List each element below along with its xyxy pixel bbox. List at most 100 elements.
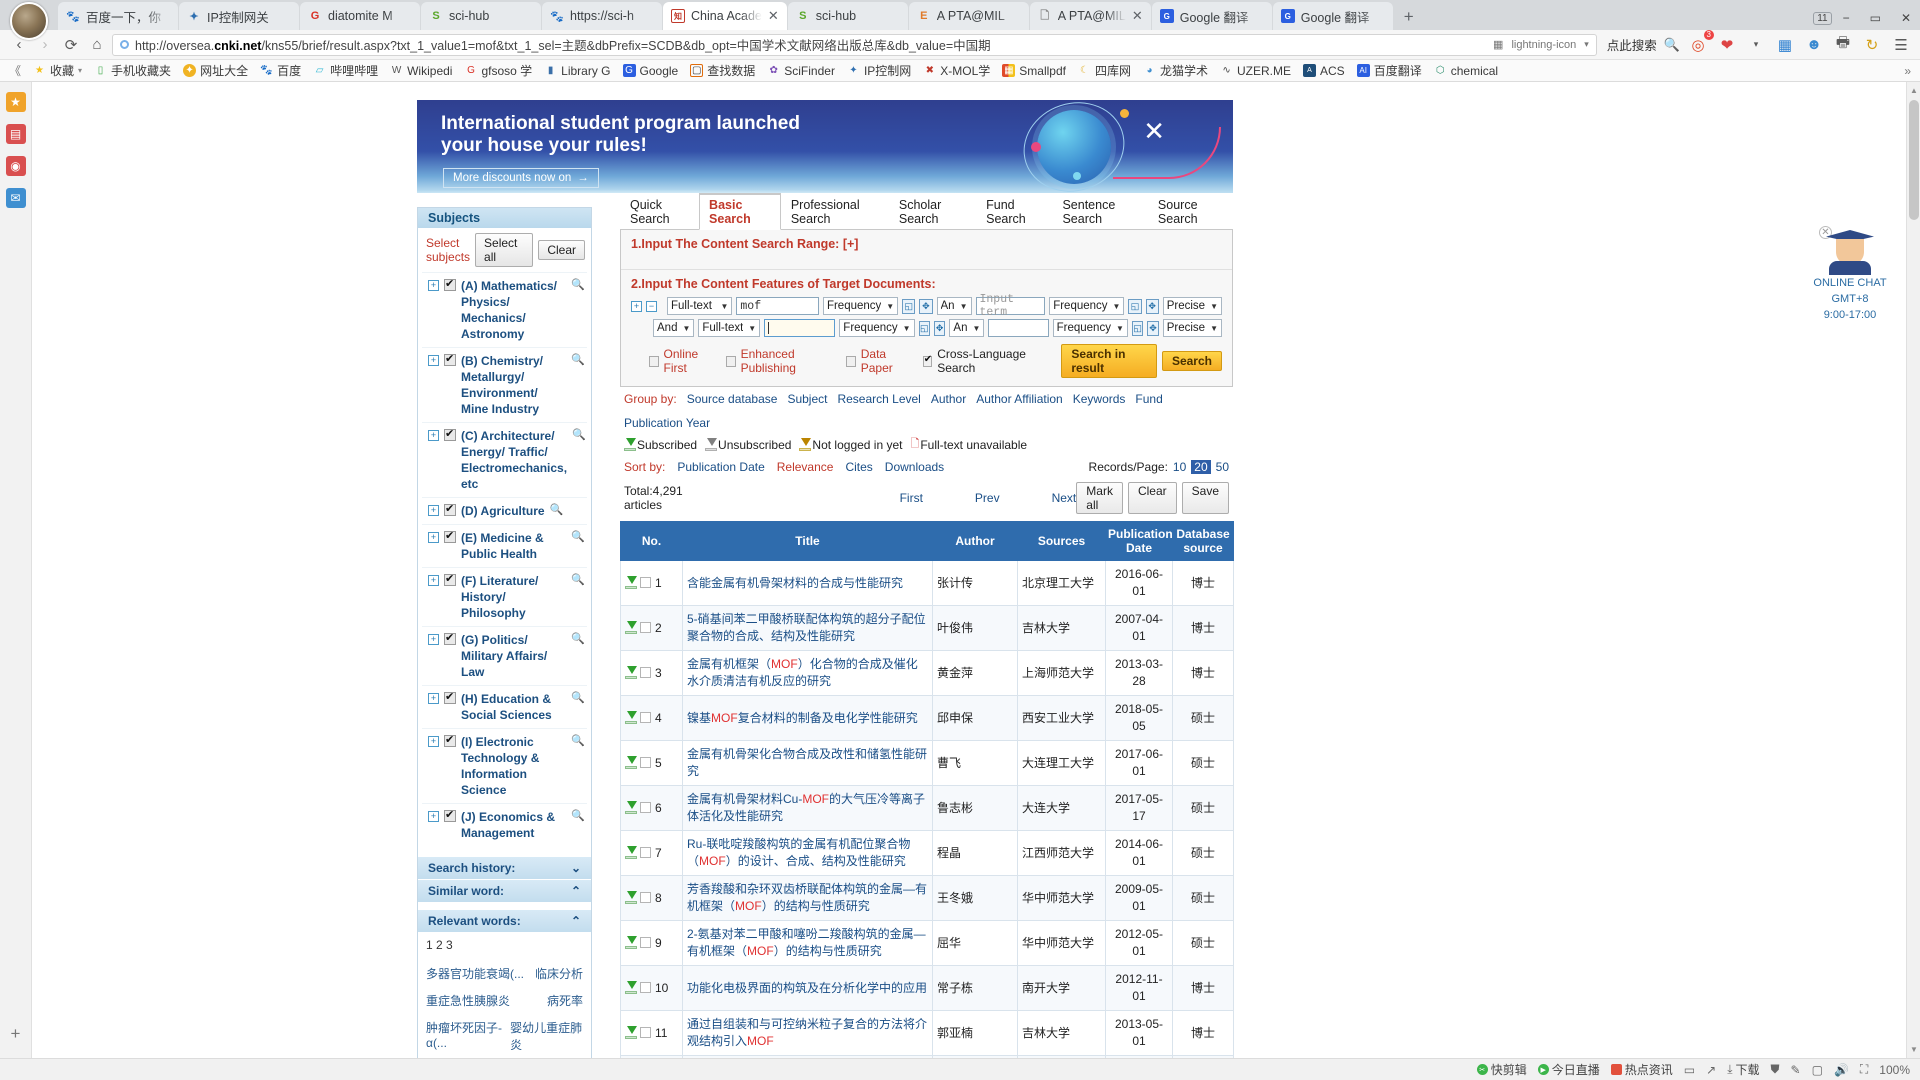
user-icon[interactable]: ☻	[1803, 34, 1825, 56]
table-row[interactable]: 3 金属有机框架（MOF）化合物的合成及催化水介质清洁有机反应的研究 黄金萍 上海师范…	[620, 650, 1234, 696]
and-select-2[interactable]: An ▼	[949, 319, 985, 337]
history-icon[interactable]: ↻	[1861, 34, 1883, 56]
records-20[interactable]: 20	[1191, 460, 1211, 474]
subject-checkbox[interactable]	[444, 502, 456, 516]
sort-downloads[interactable]: Downloads	[885, 460, 944, 474]
search-icon[interactable]: 🔍	[571, 809, 585, 822]
page-next[interactable]: Next	[1052, 491, 1077, 505]
expand-icon[interactable]: +	[428, 355, 439, 366]
row-checkbox[interactable]	[640, 936, 651, 948]
row-source-cell[interactable]: 中国海洋大学	[1017, 1055, 1106, 1058]
frequency-select-2[interactable]: Frequency ▼	[1049, 297, 1125, 315]
row-author-cell[interactable]: 程晶	[932, 830, 1018, 876]
subject-checkbox[interactable]	[444, 631, 456, 645]
bookmark-item[interactable]: Ggfsoso 学	[459, 61, 537, 80]
article-title-link[interactable]: 功能化电极界面的构筑及在分析化学中的应用	[687, 981, 927, 995]
article-title-link[interactable]: 2-氨基对苯二甲酸和噻吩二羧酸构筑的金属—有机框架（MOF）的结构与性质研究	[687, 927, 926, 958]
extension-icon[interactable]: ◎ 3	[1687, 29, 1714, 56]
enhanced-publishing-label[interactable]: Enhanced Publishing	[741, 347, 836, 375]
download-icon[interactable]	[625, 1025, 637, 1039]
mark-all-button[interactable]: Mark all	[1076, 482, 1123, 514]
and-select-1[interactable]: An ▼	[936, 297, 972, 315]
row-checkbox[interactable]	[640, 711, 651, 723]
row-title-cell[interactable]: 5-硝基间苯二甲酸桥联配体构筑的超分子配位聚合物的合成、结构及性能研究	[682, 605, 933, 651]
col-author[interactable]: Author	[932, 521, 1018, 561]
expand-icon[interactable]: +	[428, 575, 439, 586]
bookmark-prev-icon[interactable]: 《	[4, 61, 26, 80]
precise-select-2[interactable]: Precise ▼	[1162, 319, 1222, 337]
chevron-up-icon[interactable]: ⌃	[571, 914, 581, 928]
relevant-word-right[interactable]: 临床分析	[535, 965, 583, 982]
download-icon[interactable]	[625, 935, 637, 949]
row-source-cell[interactable]: 大连理工大学	[1017, 740, 1106, 786]
relevant-word-row[interactable]: 重症急性胰腺炎 病死率	[426, 987, 583, 1014]
relevant-word-left[interactable]: 重症急性胰腺炎	[426, 992, 510, 1009]
bookmark-item[interactable]: ✦ IP控制网	[842, 61, 916, 80]
row-title-cell[interactable]: 金属有机骨架材料Cu-MOF的大气压冷等离子体活化及性能研究	[682, 785, 933, 831]
chevron-down-icon[interactable]: ▾	[78, 66, 82, 75]
row-author-cell[interactable]: 邱申保	[932, 695, 1018, 741]
sort-publication-date[interactable]: Publication Date	[677, 460, 764, 474]
tab-quick-search[interactable]: Quick Search	[620, 194, 699, 229]
article-title-link[interactable]: 5-硝基间苯二甲酸桥联配体构筑的超分子配位聚合物的合成、结构及性能研究	[687, 612, 926, 643]
close-icon[interactable]: ✕	[768, 8, 779, 24]
row-title-cell[interactable]: Ru-联吡啶羧酸构筑的金属有机配位聚合物（MOF）的设计、合成、结构及性能研究	[682, 830, 933, 876]
taskbar-news[interactable]: 热点资讯	[1610, 1061, 1673, 1078]
row-checkbox[interactable]	[640, 981, 651, 993]
relevant-pagination[interactable]: 1 2 3	[426, 938, 583, 952]
relevant-word-right[interactable]: 病死率	[547, 992, 583, 1009]
subject-item[interactable]: + (J) Economics & Management 🔍	[422, 803, 587, 846]
tab-basic-search[interactable]: Basic Search	[699, 193, 781, 230]
download-icon[interactable]	[625, 710, 637, 724]
grid-icon[interactable]: ▦	[1774, 34, 1796, 56]
page-first[interactable]: First	[900, 491, 923, 505]
article-title-link[interactable]: 芳香羧酸和杂环双齿桥联配体构筑的金属—有机框架（MOF）的结构与性质研究	[687, 882, 927, 913]
promo-banner[interactable]: International student program launched yo…	[417, 100, 1233, 193]
search-icon[interactable]: 🔍	[571, 691, 585, 704]
print-icon[interactable]: 🖶	[1832, 34, 1854, 56]
bookmark-item[interactable]: ▱ 哔哩哔哩	[308, 61, 383, 80]
minimize-icon[interactable]: −	[1834, 9, 1859, 27]
search-icon[interactable]: 🔍	[571, 278, 585, 291]
row-checkbox[interactable]	[640, 666, 651, 678]
new-tab-button[interactable]: +	[1394, 7, 1424, 30]
browser-tab-active[interactable]: 知 China Acade ✕	[663, 2, 787, 30]
group-by-author-affiliation[interactable]: Author Affiliation	[976, 392, 1063, 406]
precise-select-1[interactable]: Precise ▼	[1162, 297, 1223, 315]
bookmark-item[interactable]: G Google	[618, 63, 684, 79]
group-by-research-level[interactable]: Research Level	[837, 392, 920, 406]
tab-fund-search[interactable]: Fund Search	[976, 194, 1052, 229]
expand-icon[interactable]: ✥	[933, 320, 946, 336]
menu-icon[interactable]: ☰	[1890, 34, 1912, 56]
cross-language-label[interactable]: Cross-Language Search	[937, 347, 1046, 375]
bookmark-item[interactable]: ☾ 四库网	[1073, 61, 1136, 80]
row-source-cell[interactable]: 吉林大学	[1017, 1010, 1106, 1056]
row-title-cell[interactable]: 芳香羧酸和杂环双齿桥联配体构筑的金属—有机框架（MOF）的结构与性质研究	[682, 875, 933, 921]
row-checkbox[interactable]	[640, 846, 651, 858]
article-title-link[interactable]: 通过自组装和与可控纳米粒子复合的方法将介观结构引入MOF	[687, 1017, 927, 1048]
subject-item[interactable]: + (E) Medicine & Public Health 🔍	[422, 524, 587, 567]
relevant-words-bar[interactable]: Relevant words: ⌃	[418, 909, 591, 932]
relevant-word-row[interactable]: 多器官功能衰竭(... 临床分析	[426, 960, 583, 987]
calendar-icon[interactable]: ◱	[918, 320, 930, 336]
article-title-link[interactable]: Ru-联吡啶羧酸构筑的金属有机配位聚合物（MOF）的设计、合成、结构及性能研究	[687, 837, 910, 868]
maximize-icon[interactable]: ▭	[1861, 9, 1890, 27]
search-icon[interactable]: 🔍	[571, 573, 585, 586]
row-author-cell[interactable]: 黄金萍	[932, 650, 1018, 696]
online-chat-widget[interactable]: ONLINE CHAT GMT+8 9:00-17:00	[1808, 230, 1892, 322]
fullscreen-icon[interactable]: ⛶	[1860, 1062, 1868, 1077]
browser-tab[interactable]: S sci-hub	[421, 2, 541, 30]
subject-item[interactable]: + (I) Electronic Technology & Information…	[422, 728, 587, 803]
article-title-link[interactable]: 镍基MOF复合材料的制备及电化学性能研究	[687, 711, 918, 725]
browser-tab[interactable]: G Google 翻译	[1272, 2, 1393, 30]
search-term-input-4[interactable]	[988, 319, 1049, 337]
row-source-cell[interactable]: 华中师范大学	[1017, 875, 1106, 921]
row-title-cell[interactable]: 通过自组装和与可控纳米粒子复合的方法将介观结构引入MOF	[682, 1010, 933, 1056]
group-by-keywords[interactable]: Keywords	[1073, 392, 1126, 406]
search-icon[interactable]: 🔍	[571, 530, 585, 543]
browser-tab[interactable]: 🗋 A PTA@MIL ✕	[1029, 2, 1151, 30]
banner-cta-button[interactable]: More discounts now on →	[443, 168, 599, 188]
group-by-source-database[interactable]: Source database	[687, 392, 778, 406]
heart-icon[interactable]: ❤	[1716, 34, 1738, 56]
scroll-down-icon[interactable]: ▼	[1910, 1045, 1918, 1054]
